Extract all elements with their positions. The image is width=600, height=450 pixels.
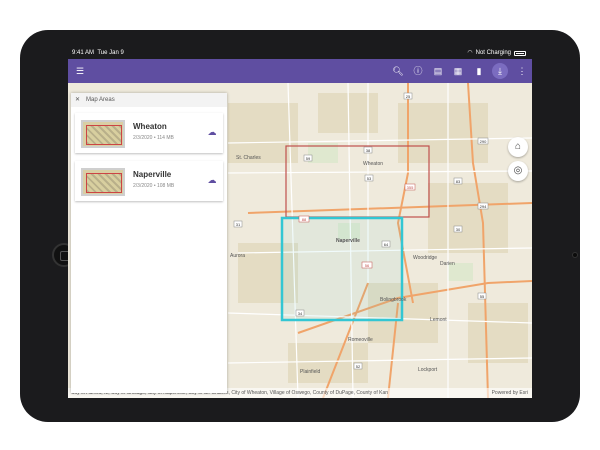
svg-text:30: 30: [456, 227, 461, 232]
screen: 9:41 AM Tue Jan 9 ◠ Not Charging ☰ 🔍︎ ⓘ ▤…: [68, 47, 532, 398]
bookmark-icon[interactable]: ▮: [471, 63, 487, 79]
home-icon[interactable]: ⌂: [508, 137, 528, 157]
map-label-st-charles: St. Charles: [236, 155, 261, 161]
map-area-title: Naperville: [133, 170, 172, 179]
map-areas-panel: ✕ Map Areas Wheaton 2/3/2020 • 114 MB ☁ …: [71, 93, 227, 393]
map-area-thumbnail: [81, 120, 125, 148]
camera: [572, 252, 578, 258]
search-icon[interactable]: 🔍︎: [390, 63, 406, 79]
panel-header: ✕ Map Areas: [71, 93, 227, 107]
route-shield: 25: [403, 92, 413, 100]
cloud-download-icon[interactable]: ☁: [206, 174, 218, 186]
map-label-naperville: Naperville: [336, 238, 360, 244]
map-label-bolingbrook: Bolingbrook: [380, 297, 407, 303]
svg-text:290: 290: [480, 139, 487, 144]
map-area-card-wheaton[interactable]: Wheaton 2/3/2020 • 114 MB ☁: [75, 113, 223, 153]
svg-text:88: 88: [302, 217, 307, 222]
svg-text:53: 53: [367, 176, 372, 181]
svg-text:52: 52: [356, 364, 361, 369]
route-shield: 52: [353, 362, 363, 370]
powered-by[interactable]: Powered by Esri: [492, 388, 528, 398]
map-label-aurora: Aurora: [230, 253, 245, 259]
svg-text:25: 25: [406, 94, 411, 99]
svg-text:38: 38: [366, 148, 371, 153]
grid-icon[interactable]: ▦: [450, 63, 466, 79]
route-shield: 355: [404, 183, 416, 191]
route-shield: 290: [477, 137, 489, 145]
panel-title: Map Areas: [86, 97, 115, 103]
route-shield: 53: [364, 174, 374, 182]
map-area-details: 2/3/2020 • 114 MB: [133, 135, 174, 141]
map-area-card-naperville[interactable]: Naperville 2/3/2020 • 108 MB ☁: [75, 161, 223, 201]
layers-icon[interactable]: ▤: [430, 63, 446, 79]
map-label-lockport: Lockport: [418, 367, 438, 373]
route-shield: 56: [361, 261, 373, 269]
svg-text:59: 59: [306, 156, 311, 161]
map-label-woodridge: Woodridge: [413, 255, 437, 261]
route-shield: 64: [381, 240, 391, 248]
status-date: Tue Jan 9: [97, 50, 124, 56]
locate-icon[interactable]: ◎: [508, 161, 528, 181]
map-label-wheaton: Wheaton: [363, 161, 383, 167]
app-toolbar: ☰ 🔍︎ ⓘ ▤ ▦ ▮ ⤓ ⋮: [68, 59, 532, 83]
route-shield: 59: [303, 154, 313, 162]
route-shield: 31: [233, 220, 243, 228]
map-label-plainfield: Plainfield: [300, 369, 321, 375]
map-label-lemont: Lemont: [430, 317, 447, 323]
svg-text:355: 355: [407, 185, 414, 190]
status-time: 9:41 AM: [72, 50, 95, 56]
wifi-icon: ◠: [467, 50, 473, 56]
map-area-title: Wheaton: [133, 122, 167, 131]
battery-icon: [514, 50, 526, 56]
svg-text:83: 83: [456, 179, 461, 184]
svg-text:31: 31: [236, 222, 241, 227]
map-label-romeoville: Romeoville: [348, 337, 373, 343]
naperville-area-outline[interactable]: [280, 216, 404, 322]
cloud-download-icon[interactable]: ☁: [206, 126, 218, 138]
svg-text:56: 56: [365, 263, 370, 268]
status-battery-label: Not Charging: [475, 50, 511, 56]
route-shield: 55: [477, 292, 487, 300]
map-area-thumbnail: [81, 168, 125, 196]
route-shield: 294: [477, 202, 489, 210]
download-icon[interactable]: ⤓: [492, 63, 508, 79]
route-shield: 38: [363, 146, 373, 154]
map-area-details: 2/3/2020 • 108 MB: [133, 183, 175, 189]
menu-icon[interactable]: ☰: [72, 63, 88, 79]
status-bar: 9:41 AM Tue Jan 9 ◠ Not Charging: [68, 47, 532, 59]
map-label-darien: Darien: [440, 261, 455, 267]
route-shield: 83: [453, 177, 463, 185]
route-shield: 30: [453, 225, 463, 233]
route-shield: 34: [295, 309, 305, 317]
svg-text:294: 294: [480, 204, 487, 209]
svg-text:55: 55: [480, 294, 485, 299]
svg-text:64: 64: [384, 242, 389, 247]
close-icon[interactable]: ✕: [75, 93, 80, 107]
more-icon[interactable]: ⋮: [514, 63, 530, 79]
route-shield: 88: [298, 215, 310, 223]
svg-text:34: 34: [298, 311, 303, 316]
info-icon[interactable]: ⓘ: [410, 63, 426, 79]
